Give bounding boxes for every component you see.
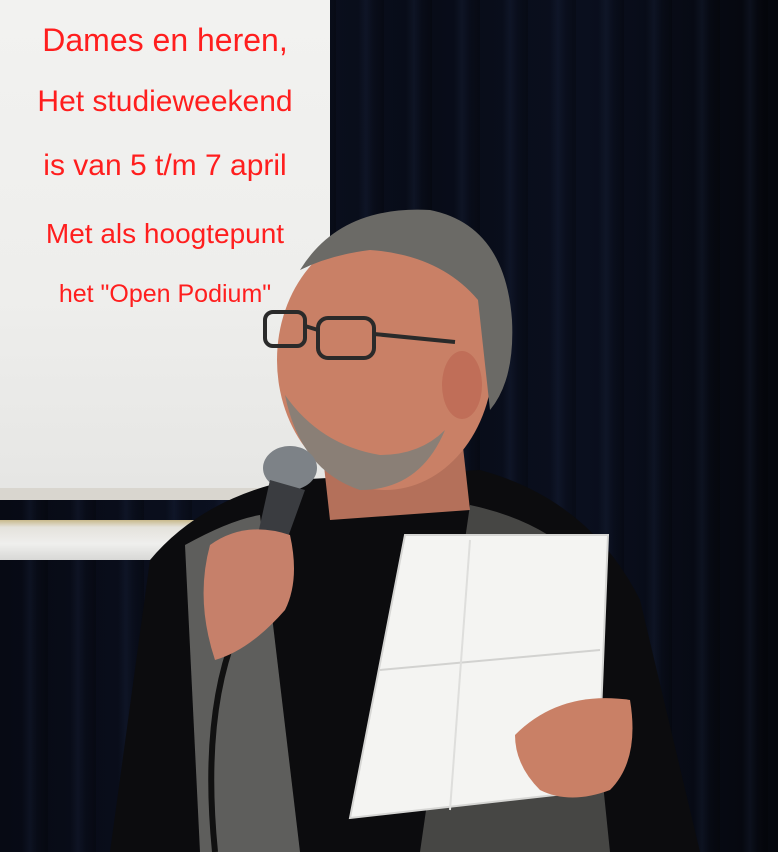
caption-line-5: het "Open Podium" [58,280,272,308]
speaker-ear [442,351,482,419]
caption-line-2: Het studieweekend [37,85,293,118]
caption-line-4: Met als hoogtepunt [45,218,285,249]
speaker-figure [110,209,700,852]
caption-line-3: is van 5 t/m 7 april [43,149,287,182]
caption-line-1: Dames en heren, [42,22,288,58]
photo-scene: Dames en heren, Het studieweekend is van… [0,0,778,852]
